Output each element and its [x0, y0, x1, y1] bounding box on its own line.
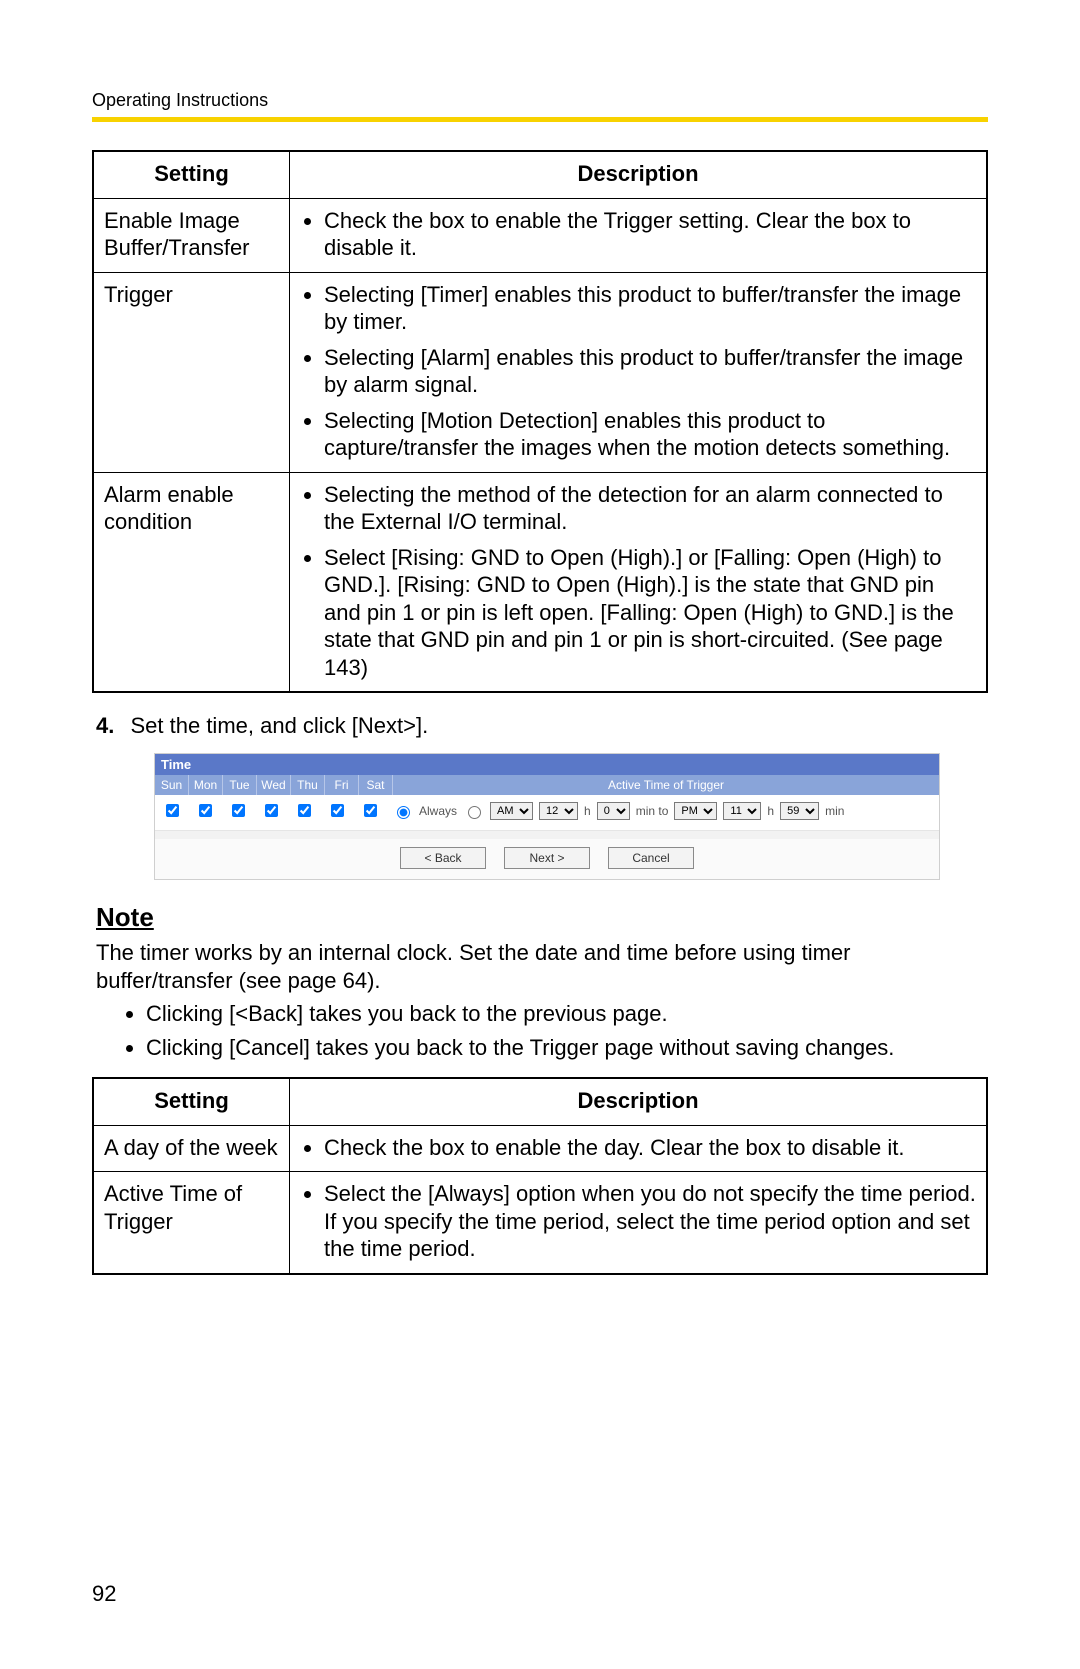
day-checkbox-sat[interactable]	[364, 804, 377, 817]
day-checkbox-fri[interactable]	[331, 804, 344, 817]
list-item: Clicking [Cancel] takes you back to the …	[146, 1034, 988, 1062]
day-checkbox-tue[interactable]	[232, 804, 245, 817]
day-checkbox-thu[interactable]	[298, 804, 311, 817]
cell-description: Select the [Always] option when you do n…	[290, 1172, 988, 1274]
running-header: Operating Instructions	[92, 90, 988, 111]
select-hour-to[interactable]: 11	[723, 802, 761, 820]
settings-table-1: Setting Description Enable Image Buffer/…	[92, 150, 988, 693]
day-checkbox-mon[interactable]	[199, 804, 212, 817]
list-item: Select [Rising: GND to Open (High).] or …	[324, 544, 976, 682]
time-panel-divider	[155, 830, 939, 839]
cell-description: Check the box to enable the day. Clear t…	[290, 1125, 988, 1172]
h-label-2: h	[767, 804, 774, 818]
list-item: Selecting the method of the detection fo…	[324, 481, 976, 536]
table-row: Alarm enable condition Selecting the met…	[93, 472, 987, 692]
cancel-button[interactable]: Cancel	[608, 847, 694, 869]
select-ampm-from[interactable]: AM	[490, 802, 533, 820]
th-setting: Setting	[93, 151, 290, 198]
list-item: Selecting [Timer] enables this product t…	[324, 281, 976, 336]
list-item: Selecting [Alarm] enables this product t…	[324, 344, 976, 399]
back-button[interactable]: < Back	[400, 847, 486, 869]
day-head-fri: Fri	[325, 775, 359, 795]
cell-setting: Enable Image Buffer/Transfer	[93, 198, 290, 272]
day-head-mon: Mon	[189, 775, 223, 795]
day-head-tue: Tue	[223, 775, 257, 795]
step-number: 4.	[96, 713, 114, 738]
cell-setting: Trigger	[93, 272, 290, 472]
h-label: h	[584, 804, 591, 818]
always-label: Always	[419, 804, 457, 818]
cell-description: Selecting [Timer] enables this product t…	[290, 272, 988, 472]
radio-range[interactable]	[468, 806, 481, 819]
select-ampm-to[interactable]: PM	[674, 802, 717, 820]
select-min-to[interactable]: 59	[780, 802, 819, 820]
settings-table-2: Setting Description A day of the week Ch…	[92, 1077, 988, 1275]
page-number: 92	[92, 1581, 116, 1607]
select-min-from[interactable]: 0	[597, 802, 630, 820]
list-item: Check the box to enable the Trigger sett…	[324, 207, 976, 262]
cell-setting: A day of the week	[93, 1125, 290, 1172]
header-rule	[92, 117, 988, 122]
time-panel: Time Sun Mon Tue Wed Thu Fri Sat Active …	[154, 753, 940, 880]
min-to-label: min to	[636, 804, 669, 818]
table-row: Active Time of Trigger Select the [Alway…	[93, 1172, 987, 1274]
list-item: Clicking [<Back] takes you back to the p…	[146, 1000, 988, 1028]
table-row: Enable Image Buffer/Transfer Check the b…	[93, 198, 987, 272]
step-4: 4. Set the time, and click [Next>].	[96, 713, 988, 739]
table-row: A day of the week Check the box to enabl…	[93, 1125, 987, 1172]
day-head-wed: Wed	[257, 775, 291, 795]
note-heading: Note	[96, 902, 988, 933]
active-time-label: Active Time of Trigger	[393, 775, 939, 795]
day-head-thu: Thu	[291, 775, 325, 795]
note-body: The timer works by an internal clock. Se…	[96, 939, 984, 994]
time-panel-title: Time	[155, 754, 939, 775]
cell-description: Check the box to enable the Trigger sett…	[290, 198, 988, 272]
th-setting: Setting	[93, 1078, 290, 1125]
day-head-sat: Sat	[359, 775, 393, 795]
step-text: Set the time, and click [Next>].	[130, 713, 428, 738]
table-row: Trigger Selecting [Timer] enables this p…	[93, 272, 987, 472]
cell-setting: Active Time of Trigger	[93, 1172, 290, 1274]
time-panel-header: Sun Mon Tue Wed Thu Fri Sat Active Time …	[155, 775, 939, 795]
radio-always[interactable]	[397, 806, 410, 819]
day-checkbox-sun[interactable]	[166, 804, 179, 817]
list-item: Select the [Always] option when you do n…	[324, 1180, 976, 1263]
th-description: Description	[290, 151, 988, 198]
list-item: Check the box to enable the day. Clear t…	[324, 1134, 976, 1162]
cell-description: Selecting the method of the detection fo…	[290, 472, 988, 692]
list-item: Selecting [Motion Detection] enables thi…	[324, 407, 976, 462]
th-description: Description	[290, 1078, 988, 1125]
select-hour-from[interactable]: 12	[539, 802, 578, 820]
day-head-sun: Sun	[155, 775, 189, 795]
day-checkbox-wed[interactable]	[265, 804, 278, 817]
next-button[interactable]: Next >	[504, 847, 590, 869]
cell-setting: Alarm enable condition	[93, 472, 290, 692]
min-label: min	[825, 804, 844, 818]
